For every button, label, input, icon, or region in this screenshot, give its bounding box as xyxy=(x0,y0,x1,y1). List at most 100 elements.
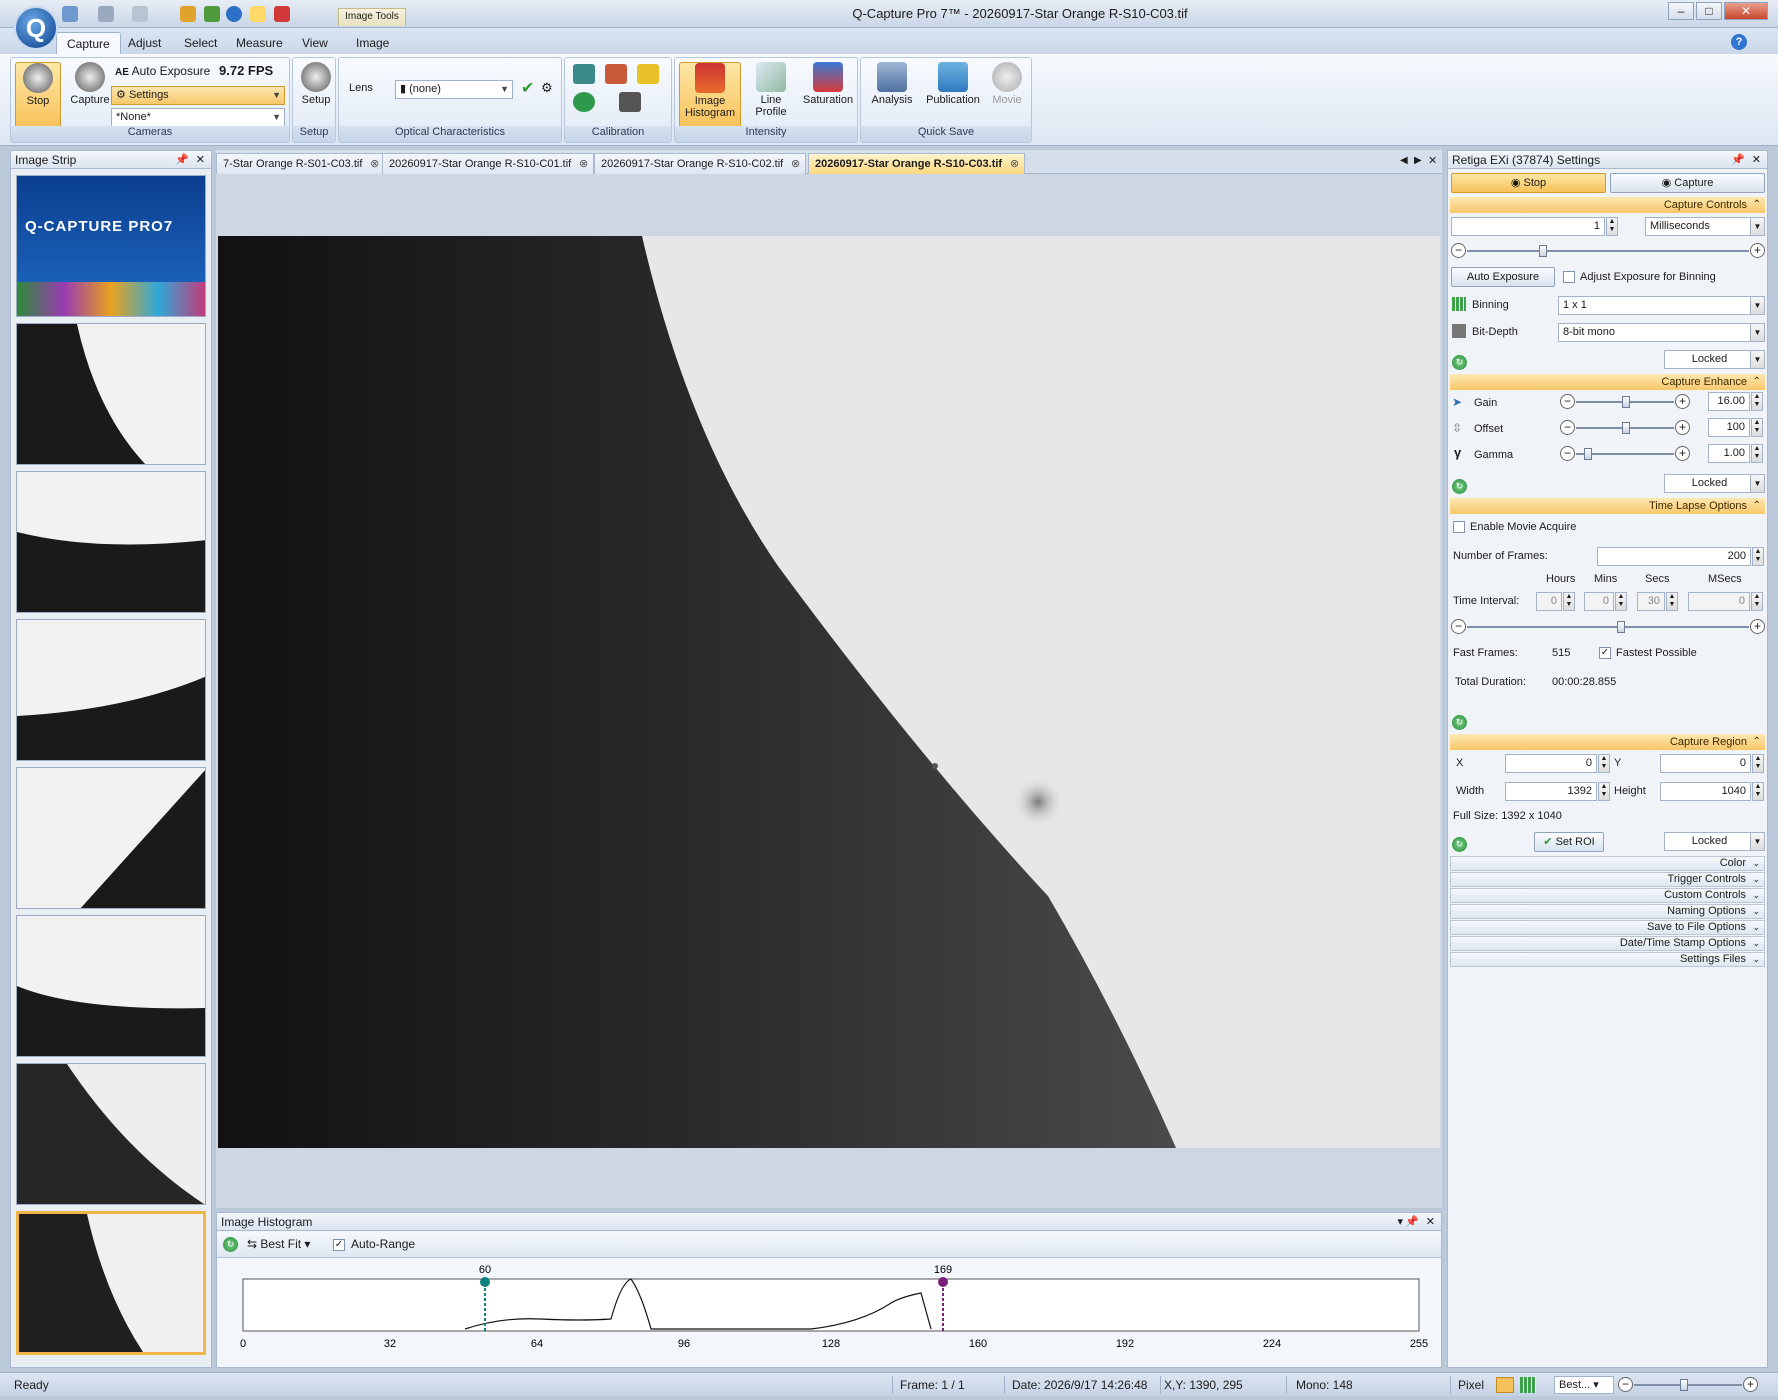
zoom-dropdown[interactable]: Best... ▾ xyxy=(1554,1376,1614,1394)
settings-stop-button[interactable]: ◉ Stop xyxy=(1451,173,1606,193)
trigger-controls-section[interactable]: Trigger Controls ⌄ xyxy=(1450,872,1765,887)
mins-input[interactable]: 0 xyxy=(1584,592,1614,611)
auto-exposure-toggle[interactable]: AE Auto Exposure xyxy=(115,64,210,78)
setup-button[interactable]: Setup xyxy=(293,62,339,106)
settings-files-section[interactable]: Settings Files ⌄ xyxy=(1450,952,1765,967)
width-input[interactable]: 1392 xyxy=(1505,782,1597,801)
apply-check-icon[interactable]: ✔ xyxy=(521,78,534,98)
frames-spinner[interactable]: ▲ ▼ xyxy=(1752,547,1764,566)
bit-depth-dropdown[interactable]: 8-bit mono ▼ xyxy=(1558,323,1765,342)
y-spinner[interactable]: ▲ ▼ xyxy=(1752,754,1764,773)
doc-tab-1[interactable]: 7-Star Orange R-S01-C03.tif ⊗ xyxy=(216,153,386,174)
exposure-unit-dropdown[interactable]: Milliseconds ▼ xyxy=(1645,217,1765,236)
date-time-stamp-section[interactable]: Date/Time Stamp Options ⌄ xyxy=(1450,936,1765,951)
save-icon[interactable] xyxy=(62,6,78,22)
best-fit-dropdown[interactable]: ⇆ Best Fit ▾ xyxy=(247,1237,310,1251)
histogram-menu-icon[interactable]: ▾ xyxy=(1397,1213,1403,1231)
capture-controls-lock-dropdown[interactable]: Locked ▼ xyxy=(1664,350,1765,369)
auto-range-checkbox[interactable]: ✓ xyxy=(333,1239,345,1251)
lens-dropdown[interactable]: ▮ (none) ▼ xyxy=(395,80,513,99)
offset-spinner[interactable]: ▲ ▼ xyxy=(1751,418,1763,437)
tab-measure[interactable]: Measure xyxy=(226,32,293,54)
close-document-icon[interactable]: ✕ xyxy=(1428,154,1437,167)
image-view-icon[interactable] xyxy=(1496,1377,1514,1393)
white-balance-icon[interactable] xyxy=(605,64,627,84)
close-tab-icon[interactable]: ⊗ xyxy=(791,154,800,174)
fastest-possible-checkbox[interactable]: ✓ xyxy=(1599,647,1611,659)
info-icon[interactable] xyxy=(226,6,242,22)
exposure-slider[interactable]: − + xyxy=(1451,243,1765,259)
gain-spinner[interactable]: ▲ ▼ xyxy=(1751,392,1763,411)
hours-spinner[interactable]: ▲ ▼ xyxy=(1563,592,1575,611)
capture-enhance-lock-dropdown[interactable]: Locked ▼ xyxy=(1664,474,1765,493)
thumbnail-1[interactable] xyxy=(16,323,206,465)
tab-image[interactable]: Image xyxy=(346,32,399,54)
histogram-chart[interactable]: 60 169 0 32 64 96 128 160 192 224 255 xyxy=(221,1263,1439,1365)
time-lapse-header[interactable]: Time Lapse Options ⌃ xyxy=(1450,498,1765,514)
thumbnail-4[interactable] xyxy=(16,767,206,909)
reset-capture-controls-icon[interactable]: ↻ xyxy=(1452,355,1467,370)
close-tab-icon[interactable]: ⊗ xyxy=(579,154,588,174)
hours-input[interactable]: 0 xyxy=(1536,592,1562,611)
capture-controls-header[interactable]: Capture Controls ⌃ xyxy=(1450,197,1765,213)
tab-select[interactable]: Select xyxy=(174,32,227,54)
pin-icon[interactable]: 📌 xyxy=(1405,1213,1419,1231)
msecs-spinner[interactable]: ▲ ▼ xyxy=(1751,592,1763,611)
application-menu-button[interactable]: Q xyxy=(14,6,58,50)
capture-region-lock-dropdown[interactable]: Locked ▼ xyxy=(1664,832,1765,851)
close-tab-icon[interactable]: ⊗ xyxy=(1010,154,1019,174)
grid-view-icon[interactable] xyxy=(1520,1377,1536,1393)
enable-movie-checkbox[interactable] xyxy=(1453,521,1465,533)
zoom-slider[interactable]: − + xyxy=(1618,1377,1758,1393)
pin-icon[interactable]: 📌 xyxy=(175,151,189,169)
gain-slider[interactable]: − + xyxy=(1560,394,1690,410)
adjust-binning-checkbox[interactable] xyxy=(1563,271,1575,283)
thumbnail-2[interactable] xyxy=(16,471,206,613)
gamma-input[interactable]: 1.00 xyxy=(1708,444,1750,463)
redo-icon[interactable] xyxy=(132,6,148,22)
frames-input[interactable]: 200 xyxy=(1597,547,1751,566)
tab-view[interactable]: View xyxy=(292,32,338,54)
close-tab-icon[interactable]: ⊗ xyxy=(370,154,379,174)
edit-icon[interactable] xyxy=(180,6,196,22)
secs-spinner[interactable]: ▲ ▼ xyxy=(1666,592,1678,611)
close-panel-icon[interactable]: ✕ xyxy=(1426,1213,1435,1231)
reset-time-lapse-icon[interactable]: ↻ xyxy=(1452,715,1467,730)
capture-button[interactable]: Capture xyxy=(67,62,113,106)
movie-button[interactable]: Movie xyxy=(985,62,1029,106)
close-panel-icon[interactable]: ✕ xyxy=(1752,151,1761,169)
delete-icon[interactable] xyxy=(274,6,290,22)
camera-qat-icon[interactable] xyxy=(204,6,220,22)
exposure-input[interactable]: 1 xyxy=(1451,217,1605,236)
thumbnail-splash[interactable]: Q-CAPTURE PRO7 xyxy=(16,175,206,317)
reset-region-icon[interactable]: ↻ xyxy=(1452,837,1467,852)
captured-image[interactable] xyxy=(218,236,1440,1148)
close-panel-icon[interactable]: ✕ xyxy=(196,151,205,169)
analysis-button[interactable]: Analysis xyxy=(865,62,919,106)
thumbnail-5[interactable] xyxy=(16,915,206,1057)
gamma-spinner[interactable]: ▲ ▼ xyxy=(1751,444,1763,463)
undo-icon[interactable] xyxy=(98,6,114,22)
line-profile-button[interactable]: Line Profile xyxy=(745,62,797,118)
doc-tab-2[interactable]: 20260917-Star Orange R-S10-C01.tif ⊗ xyxy=(382,153,595,174)
gain-input[interactable]: 16.00 xyxy=(1708,392,1750,411)
gamma-slider[interactable]: − + xyxy=(1560,446,1690,462)
camera-calibration-icon[interactable] xyxy=(619,92,641,112)
ruler-icon[interactable] xyxy=(637,64,659,84)
settings-dropdown[interactable]: ⚙ Settings ▼ xyxy=(111,86,285,105)
help-icon[interactable]: ? xyxy=(1731,34,1747,50)
doc-tab-4-active[interactable]: 20260917-Star Orange R-S10-C03.tif ⊗ xyxy=(808,153,1026,174)
refresh-histogram-icon[interactable]: ↻ xyxy=(223,1237,238,1252)
color-section[interactable]: Color ⌄ xyxy=(1450,856,1765,871)
thumbnail-6[interactable] xyxy=(16,1063,206,1205)
thumbnail-7-selected[interactable] xyxy=(16,1211,206,1355)
offset-input[interactable]: 100 xyxy=(1708,418,1750,437)
height-input[interactable]: 1040 xyxy=(1660,782,1751,801)
settings-capture-button[interactable]: ◉ Capture xyxy=(1610,173,1765,193)
image-histogram-button[interactable]: Image Histogram xyxy=(679,62,741,128)
naming-options-section[interactable]: Naming Options ⌄ xyxy=(1450,904,1765,919)
tab-adjust[interactable]: Adjust xyxy=(118,32,171,54)
capture-region-header[interactable]: Capture Region ⌃ xyxy=(1450,734,1765,750)
lens-settings-icon[interactable]: ⚙ xyxy=(541,80,553,96)
scroll-tabs-left-icon[interactable]: ◀ xyxy=(1400,155,1408,166)
